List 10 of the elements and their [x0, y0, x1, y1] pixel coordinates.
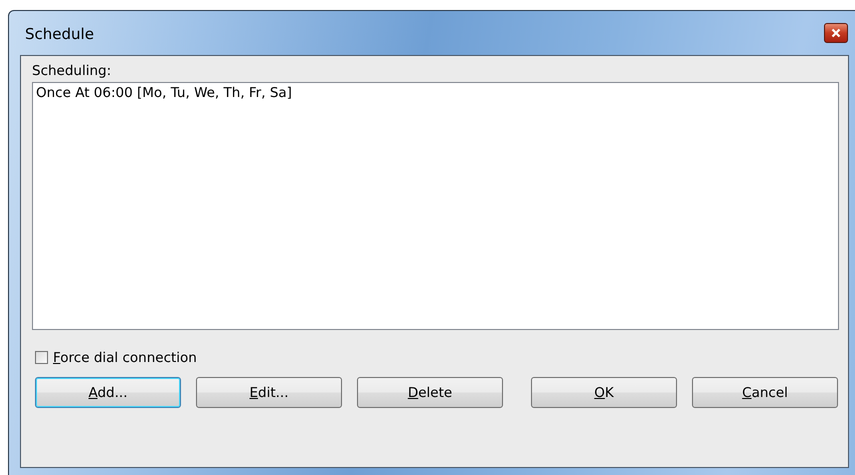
dialog-button[interactable]: Add...	[35, 377, 181, 408]
list-item[interactable]: Once At 06:00 [Mo, Tu, We, Th, Fr, Sa]	[36, 85, 292, 102]
list-label: Scheduling:	[32, 63, 112, 80]
schedule-list[interactable]: Once At 06:00 [Mo, Tu, We, Th, Fr, Sa]	[32, 82, 839, 330]
window-title: Schedule	[24, 25, 94, 43]
dialog-button[interactable]: Cancel	[692, 377, 838, 408]
dialog-button[interactable]: Edit...	[196, 377, 342, 408]
dialog-button[interactable]: Delete	[357, 377, 503, 408]
checkbox-label[interactable]: Force dial connection	[53, 350, 197, 366]
dialog-button[interactable]: OK	[531, 377, 677, 408]
